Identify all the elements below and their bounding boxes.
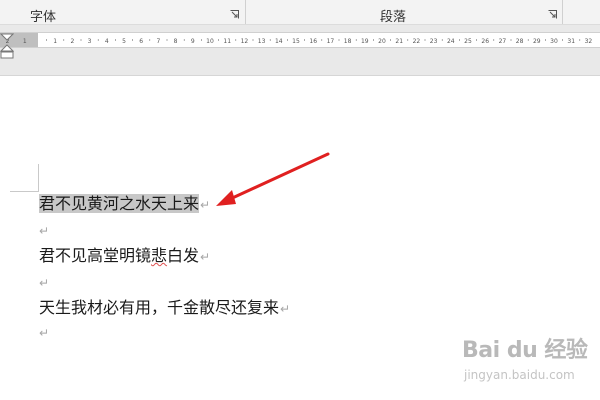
empty-paragraph-mark: ↵ [39, 326, 50, 340]
margin-crop-mark [38, 164, 39, 192]
ruler-label: 21 [395, 38, 403, 45]
ruler-label: 11 [223, 38, 231, 45]
ruler-label: 32 [585, 38, 593, 45]
ribbon-separator [245, 0, 246, 24]
ruler-label: 13 [258, 38, 266, 45]
ruler-label: 22 [413, 38, 421, 45]
empty-paragraph-mark: ↵ [39, 224, 50, 238]
margin-crop-mark [10, 191, 38, 192]
selected-text[interactable]: 君不见黄河之水天上来 [39, 194, 200, 213]
ruler-label: 7 [156, 38, 160, 45]
paragraph-dialog-launcher-icon[interactable] [548, 10, 557, 19]
ruler-label: 24 [447, 38, 455, 45]
ruler-area: 2 1 1 2 3 4 5 6 7 8 9 10 11 12 13 14 15 16 17 18 19 20 21 22 23 2… [0, 25, 600, 76]
ruler-label: 27 [499, 38, 507, 45]
ruler-label: 14 [275, 38, 283, 45]
watermark-url: jingyan.baidu.com [464, 368, 575, 382]
ruler-label: 1 [53, 38, 57, 45]
document-line-1[interactable]: 君不见黄河之水天上来↵ [39, 193, 210, 216]
line-2-text-start: 君不见高堂明镜 [39, 246, 152, 265]
ruler-label: 3 [88, 38, 92, 45]
paragraph-mark-icon: ↵ [280, 302, 291, 316]
ruler-label: 31 [567, 38, 575, 45]
ruler-label: 23 [430, 38, 438, 45]
ruler-label: 19 [361, 38, 369, 45]
line-2-text-end: 白发 [167, 246, 200, 265]
ruler-label: 28 [516, 38, 524, 45]
ruler-label: 29 [533, 38, 541, 45]
ruler-label: 12 [241, 38, 249, 45]
ruler-label: 1 [23, 38, 27, 45]
indent-marker-icon[interactable] [0, 33, 14, 59]
ruler-label: 30 [550, 38, 558, 45]
ruler-scale: 2 1 1 2 3 4 5 6 7 8 9 10 11 12 13 14 15 16 17 18 19 20 21 22 23 2… [6, 38, 593, 45]
ribbon-group-labels: 字体 段落 [0, 0, 600, 25]
ruler-label: 9 [191, 38, 195, 45]
ruler-label: 20 [378, 38, 386, 45]
ruler-label: 6 [139, 38, 143, 45]
line-3-text: 天生我材必有用，千金散尽还复来 [39, 298, 280, 317]
paragraph-mark-icon: ↵ [200, 198, 211, 212]
ruler-label: 18 [344, 38, 352, 45]
ruler-label: 4 [105, 38, 109, 45]
ruler-label: 15 [292, 38, 300, 45]
ruler-label: 8 [174, 38, 178, 45]
font-dialog-launcher-icon[interactable] [230, 10, 239, 19]
empty-paragraph-mark: ↵ [39, 276, 50, 290]
ruler-label: 2 [70, 38, 74, 45]
ribbon-separator [562, 0, 563, 24]
baidu-jingyan-watermark: Bai du 经验 jingyan.baidu.com [462, 330, 592, 390]
paragraph-mark-icon: ↵ [200, 250, 211, 264]
font-group-label: 字体 [30, 10, 57, 25]
ruler-label: 16 [309, 38, 317, 45]
document-line-3[interactable]: 天生我材必有用，千金散尽还复来↵ [39, 297, 290, 320]
ruler-label: 26 [481, 38, 489, 45]
ruler-label: 5 [122, 38, 126, 45]
ruler-label: 17 [327, 38, 335, 45]
horizontal-ruler[interactable]: 2 1 1 2 3 4 5 6 7 8 9 10 11 12 13 14 15 16 17 18 19 20 21 22 23 2… [0, 32, 600, 59]
watermark-brand: Bai du 经验 [462, 338, 588, 363]
ruler-label: 10 [206, 38, 214, 45]
spell-check-word[interactable]: 悲 [151, 246, 167, 265]
document-line-2[interactable]: 君不见高堂明镜悲白发↵ [39, 245, 210, 268]
ruler-label: 25 [464, 38, 472, 45]
paragraph-group-label: 段落 [380, 10, 407, 25]
